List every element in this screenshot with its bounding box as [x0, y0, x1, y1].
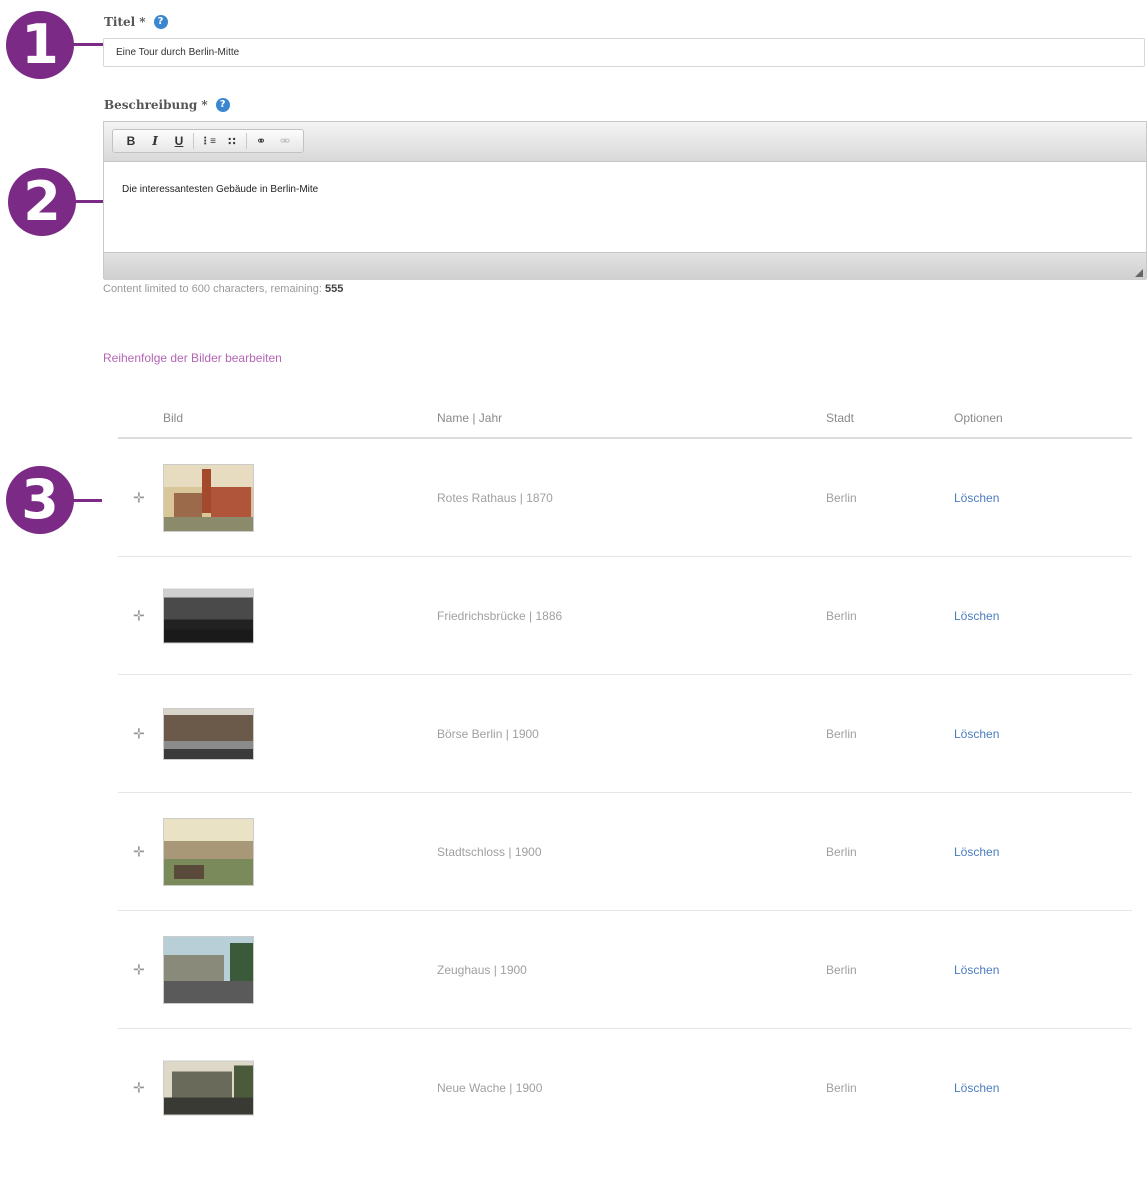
table-row: ✛ Stadtschloss | 1900 Berlin Löschen: [118, 793, 1132, 911]
title-label-text: Titel: [104, 15, 136, 29]
delete-link[interactable]: Löschen: [954, 963, 999, 977]
callout-3-icon: 3: [6, 466, 74, 534]
unlink-icon[interactable]: ⚮: [273, 131, 297, 151]
callout-1-line: [72, 43, 104, 46]
title-input[interactable]: Eine Tour durch Berlin-Mitte: [103, 38, 1145, 67]
help-icon[interactable]: ?: [153, 15, 168, 29]
city-cell: Berlin: [826, 1080, 857, 1095]
header-name-year: Name | Jahr: [437, 411, 503, 425]
required-mark: *: [139, 15, 146, 29]
delete-link[interactable]: Löschen: [954, 727, 999, 741]
table-row: ✛ Friedrichsbrücke | 1886 Berlin Löschen: [118, 557, 1132, 675]
title-input-value: Eine Tour durch Berlin-Mitte: [116, 47, 240, 58]
italic-button[interactable]: I: [143, 131, 167, 151]
callout-2-line: [74, 200, 104, 203]
name-year-cell: Rotes Rathaus | 1870: [437, 490, 553, 505]
building-thumbnail: [163, 935, 254, 1004]
name-year-cell: Zeughaus | 1900: [437, 962, 527, 977]
unordered-list-icon[interactable]: ∷: [220, 131, 244, 151]
building-thumbnail: [163, 707, 254, 760]
building-thumbnail: [163, 1060, 254, 1115]
bold-button[interactable]: B: [119, 131, 143, 151]
formatting-button-group: B I U ⋮≡ ∷ ⚭ ⚮: [112, 129, 304, 153]
table-row: ✛ Zeughaus | 1900 Berlin Löschen: [118, 911, 1132, 1029]
building-thumbnail: [163, 463, 254, 532]
drag-handle-icon[interactable]: ✛: [133, 725, 145, 742]
header-city: Stadt: [826, 411, 855, 425]
ordered-list-icon[interactable]: ⋮≡: [196, 131, 220, 151]
callout-1-icon: 1: [6, 11, 74, 79]
delete-link[interactable]: Löschen: [954, 1081, 999, 1095]
drag-handle-icon[interactable]: ✛: [133, 1079, 145, 1096]
character-limit-info: Content limited to 600 characters, remai…: [103, 283, 343, 295]
toolbar-divider: [246, 133, 247, 149]
help-icon[interactable]: ?: [215, 98, 230, 112]
table-row: ✛ Neue Wache | 1900 Berlin Löschen: [118, 1029, 1132, 1146]
table-row: ✛ Rotes Rathaus | 1870 Berlin Löschen: [118, 439, 1132, 557]
table-row: ✛ Börse Berlin | 1900 Berlin Löschen: [118, 675, 1132, 793]
header-options: Optionen: [954, 411, 1003, 425]
city-cell: Berlin: [826, 608, 857, 623]
toolbar-divider: [193, 133, 194, 149]
edit-image-order-link[interactable]: Reihenfolge der Bilder bearbeiten: [103, 351, 282, 365]
editor-toolbar: B I U ⋮≡ ∷ ⚭ ⚮: [104, 122, 1146, 162]
editor-content[interactable]: Die interessantesten Gebäude in Berlin-M…: [104, 162, 1146, 252]
city-cell: Berlin: [826, 490, 857, 505]
description-editor: B I U ⋮≡ ∷ ⚭ ⚮ Die interessantesten Gebä…: [103, 121, 1147, 280]
name-year-cell: Neue Wache | 1900: [437, 1080, 543, 1095]
delete-link[interactable]: Löschen: [954, 491, 999, 505]
city-cell: Berlin: [826, 844, 857, 859]
name-year-cell: Friedrichsbrücke | 1886: [437, 608, 563, 623]
description-label-text: Beschreibung: [104, 98, 198, 112]
resize-handle-icon[interactable]: [1135, 269, 1143, 277]
required-mark: *: [201, 98, 208, 112]
city-cell: Berlin: [826, 962, 857, 977]
editor-content-text: Die interessantesten Gebäude in Berlin-M…: [122, 184, 319, 195]
delete-link[interactable]: Löschen: [954, 845, 999, 859]
char-limit-text: Content limited to 600 characters, remai…: [103, 283, 322, 295]
underline-button[interactable]: U: [167, 131, 191, 151]
callout-2-icon: 2: [8, 168, 76, 236]
drag-handle-icon[interactable]: ✛: [133, 489, 145, 506]
delete-link[interactable]: Löschen: [954, 609, 999, 623]
drag-handle-icon[interactable]: ✛: [133, 843, 145, 860]
name-year-cell: Börse Berlin | 1900: [437, 726, 539, 741]
editor-statusbar: [104, 252, 1146, 280]
drag-handle-icon[interactable]: ✛: [133, 961, 145, 978]
callout-3-line: [72, 499, 102, 502]
city-cell: Berlin: [826, 726, 857, 741]
table-header: Bild Name | Jahr Stadt Optionen: [118, 400, 1132, 439]
header-image: Bild: [163, 411, 184, 425]
building-thumbnail: [163, 817, 254, 886]
link-icon[interactable]: ⚭: [249, 131, 273, 151]
building-thumbnail: [163, 588, 254, 643]
char-remaining-count: 555: [324, 283, 344, 295]
name-year-cell: Stadtschloss | 1900: [437, 844, 542, 859]
title-label: Titel * ?: [104, 15, 168, 29]
images-table: Bild Name | Jahr Stadt Optionen ✛ Rotes …: [118, 400, 1132, 1146]
drag-handle-icon[interactable]: ✛: [133, 607, 145, 624]
description-label: Beschreibung * ?: [104, 98, 230, 112]
